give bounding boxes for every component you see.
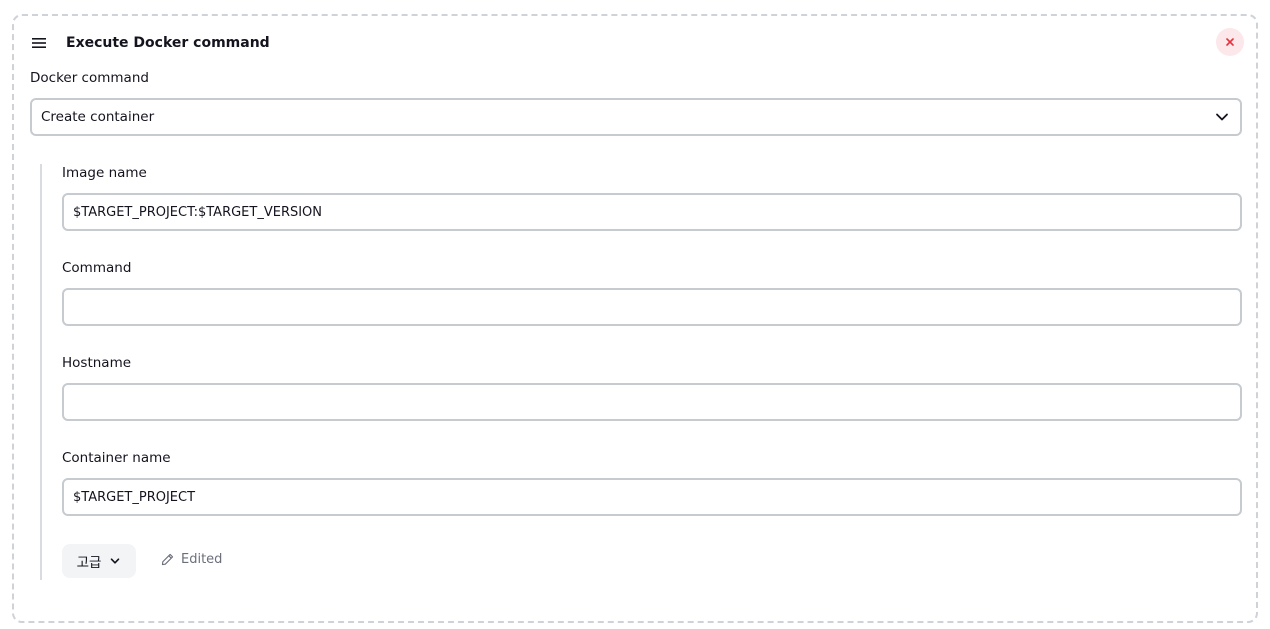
step-title: Execute Docker command [66,35,270,51]
docker-command-select[interactable]: Create container [30,98,1242,136]
pencil-icon [160,552,175,567]
chevron-down-icon [109,555,121,567]
hostname-input[interactable] [62,383,1242,421]
container-name-input[interactable] [62,478,1242,516]
build-step-card: Execute Docker command Docker command Cr… [12,14,1258,623]
command-label: Command [62,260,132,276]
hostname-label: Hostname [62,355,132,371]
step-header: Execute Docker command [30,28,1244,56]
image-name-label: Image name [62,165,147,181]
container-name-label: Container name [62,450,171,466]
remove-step-button[interactable] [1216,28,1244,56]
edited-indicator: Edited [160,552,222,567]
advanced-button[interactable]: 고급 [62,544,136,578]
docker-command-selected-value: Create container [41,109,155,125]
image-name-input[interactable] [62,193,1242,231]
close-icon [1225,37,1235,47]
hamburger-icon[interactable] [30,34,48,52]
command-input[interactable] [62,288,1242,326]
nested-section-rule [40,164,42,580]
docker-command-label: Docker command [30,70,149,86]
edited-label: Edited [181,552,223,567]
advanced-label: 고급 [76,555,102,571]
chevron-down-icon [1214,109,1230,125]
